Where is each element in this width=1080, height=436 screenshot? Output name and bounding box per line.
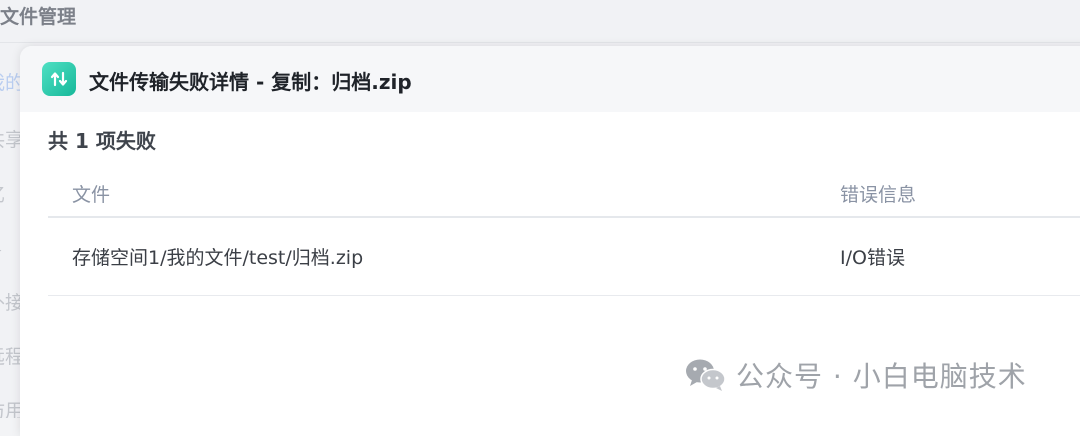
table-row[interactable]: 存储空间1/我的文件/test/归档.zip I/O错误 — [48, 218, 1080, 296]
dialog-title: 文件传输失败详情 - 复制：归档.zip — [89, 70, 412, 94]
file-path-cell: 存储空间1/我的文件/test/归档.zip — [72, 247, 364, 269]
sidebar-item-apps[interactable]: 访用 — [0, 396, 20, 418]
column-header-file: 文件 — [72, 184, 111, 206]
sidebar-item-recent[interactable]: 忆 — [0, 180, 20, 207]
table-header: 文件 错误信息 — [48, 166, 1080, 218]
failure-count-summary: 共 1 项失败 — [48, 129, 156, 153]
error-message-cell: I/O错误 — [840, 247, 905, 269]
sidebar-item-mine[interactable]: 我的 — [0, 68, 20, 95]
sidebar-item-shared[interactable]: 共享 — [0, 125, 20, 152]
sidebar-item-group[interactable]: ℜ — [0, 235, 20, 257]
watermark-text: 公众号 · 小白电脑技术 — [736, 360, 1027, 393]
sidebar-item-external[interactable]: 外接 — [0, 288, 20, 315]
watermark: 公众号 · 小白电脑技术 — [684, 355, 1027, 395]
column-header-error: 错误信息 — [840, 184, 917, 206]
background-app-title: 文件管理 — [0, 6, 77, 28]
failure-table: 文件 错误信息 存储空间1/我的文件/test/归档.zip I/O错误 — [48, 166, 1080, 296]
transfer-arrows-icon — [42, 62, 76, 96]
dialog-header: 文件传输失败详情 - 复制：归档.zip — [20, 46, 1080, 112]
sidebar-item-remote[interactable]: 远程 — [0, 342, 20, 369]
wechat-icon — [686, 359, 726, 391]
background-sidebar: 我的 共享 忆 ℜ 外接 远程 访用 — [0, 43, 20, 418]
background-header-divider — [0, 42, 1080, 43]
